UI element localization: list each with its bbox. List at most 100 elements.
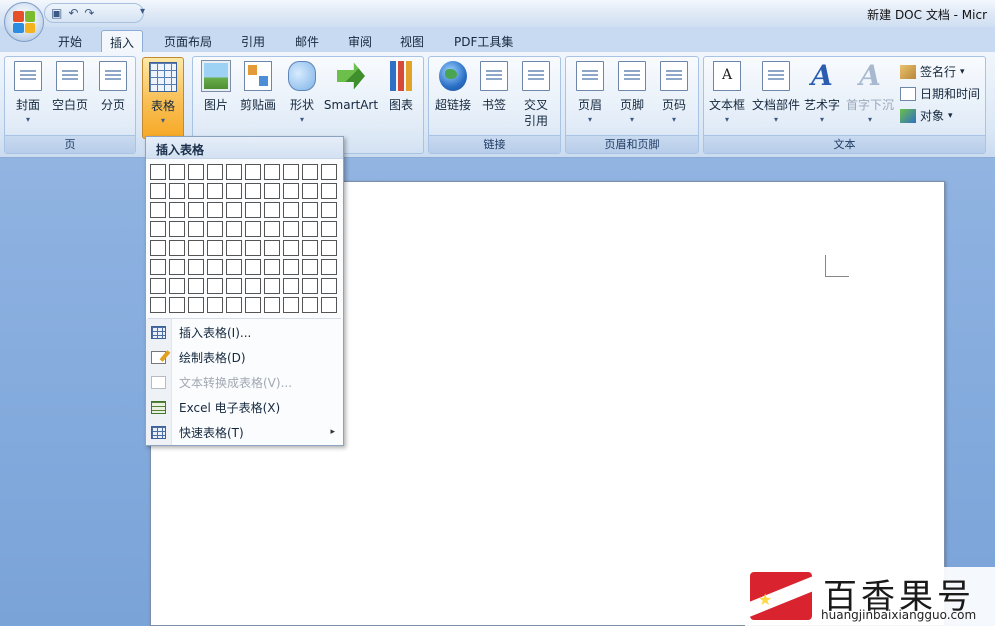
tab-mailings[interactable]: 邮件 [287,30,327,52]
table-grid-cell[interactable] [207,278,223,294]
table-grid-cell[interactable] [245,278,261,294]
table-grid-cell[interactable] [283,297,299,313]
table-grid-cell[interactable] [302,164,318,180]
table-grid-cell[interactable] [150,297,166,313]
tab-page-layout[interactable]: 页面布局 [156,30,220,52]
table-grid-cell[interactable] [169,202,185,218]
table-grid-cell[interactable] [150,259,166,275]
footer-button[interactable]: 页脚 ▾ [614,61,650,124]
shapes-button[interactable]: 形状 ▾ [285,61,319,124]
bookmark-button[interactable]: 书签 [477,61,511,113]
table-grid-cell[interactable] [264,221,280,237]
table-grid-cell[interactable] [245,240,261,256]
table-grid-cell[interactable] [321,240,337,256]
table-grid-cell[interactable] [321,221,337,237]
table-grid-cell[interactable] [302,278,318,294]
table-grid-cell[interactable] [264,164,280,180]
table-grid-cell[interactable] [245,259,261,275]
table-grid-cell[interactable] [226,259,242,275]
table-grid-cell[interactable] [226,278,242,294]
table-grid-cell[interactable] [169,164,185,180]
table-grid-cell[interactable] [169,240,185,256]
table-grid-cell[interactable] [169,278,185,294]
tab-references[interactable]: 引用 [233,30,273,52]
table-grid-cell[interactable] [207,240,223,256]
table-grid-cell[interactable] [188,240,204,256]
save-icon[interactable]: ▣ [51,6,62,20]
table-grid-cell[interactable] [245,297,261,313]
table-grid-cell[interactable] [188,183,204,199]
table-grid-cell[interactable] [283,183,299,199]
table-grid-cell[interactable] [264,297,280,313]
table-grid-cell[interactable] [264,240,280,256]
table-grid-cell[interactable] [264,183,280,199]
clip-art-button[interactable]: 剪贴画 [237,61,279,113]
table-grid-cell[interactable] [245,221,261,237]
table-grid-cell[interactable] [264,259,280,275]
tab-home[interactable]: 开始 [50,30,90,52]
office-button[interactable] [4,2,44,42]
table-grid-cell[interactable] [150,164,166,180]
table-grid-cell[interactable] [150,183,166,199]
cross-reference-button[interactable]: 交叉 引用 [517,61,555,129]
table-grid-cell[interactable] [245,164,261,180]
blank-page-button[interactable]: 空白页 [49,61,91,113]
table-grid-cell[interactable] [302,183,318,199]
cover-page-button[interactable]: 封面 ▾ [9,61,47,124]
table-grid-cell[interactable] [188,202,204,218]
table-grid-cell[interactable] [169,221,185,237]
table-grid-cell[interactable] [188,278,204,294]
table-grid-cell[interactable] [302,202,318,218]
table-grid-cell[interactable] [321,278,337,294]
table-grid-cell[interactable] [302,221,318,237]
table-grid-cell[interactable] [150,240,166,256]
table-grid-cell[interactable] [321,202,337,218]
table-grid-cell[interactable] [283,259,299,275]
table-grid-cell[interactable] [302,240,318,256]
quick-tables-item[interactable]: 快速表格(T) ▸ [146,420,343,444]
table-grid-cell[interactable] [207,297,223,313]
table-grid-cell[interactable] [150,278,166,294]
table-grid-cell[interactable] [169,183,185,199]
date-time-button[interactable]: 日期和时间 [900,85,980,102]
undo-icon[interactable]: ↶ [68,6,78,20]
table-grid-cell[interactable] [283,164,299,180]
table-grid-cell[interactable] [302,297,318,313]
table-grid-cell[interactable] [321,183,337,199]
tab-insert[interactable]: 插入 [101,30,144,52]
table-grid-cell[interactable] [207,164,223,180]
draw-table-item[interactable]: 绘制表格(D) [146,345,343,369]
table-grid-cell[interactable] [245,202,261,218]
wordart-button[interactable]: A 艺术字 ▾ [802,61,842,125]
table-grid-cell[interactable] [283,278,299,294]
page-break-button[interactable]: 分页 [95,61,131,113]
object-button[interactable]: 对象 ▾ [900,107,953,124]
table-grid-cell[interactable] [321,297,337,313]
picture-button[interactable]: 图片 [199,60,233,113]
table-grid-cell[interactable] [207,183,223,199]
table-grid-cell[interactable] [188,221,204,237]
excel-spreadsheet-item[interactable]: Excel 电子表格(X) [146,395,343,419]
hyperlink-button[interactable]: 超链接 [433,61,473,113]
signature-line-button[interactable]: 签名行 ▾ [900,63,965,80]
table-grid-cell[interactable] [188,259,204,275]
text-box-button[interactable]: A 文本框 ▾ [706,61,748,124]
table-grid-cell[interactable] [150,221,166,237]
convert-text-to-table-item[interactable]: 文本转换成表格(V)... [146,370,343,394]
table-grid-cell[interactable] [226,202,242,218]
quick-parts-button[interactable]: 文档部件 ▾ [750,61,802,124]
drop-cap-button[interactable]: A 首字下沉 ▾ [844,61,896,125]
insert-table-item[interactable]: 插入表格(I)... [146,320,343,344]
table-grid-cell[interactable] [226,183,242,199]
table-grid-cell[interactable] [264,202,280,218]
chart-button[interactable]: 图表 [385,61,417,113]
table-grid-cell[interactable] [188,297,204,313]
table-button[interactable]: 表格 ▾ [142,57,184,139]
page-number-button[interactable]: 页码 ▾ [656,61,692,124]
table-grid-cell[interactable] [207,259,223,275]
table-grid-cell[interactable] [226,164,242,180]
table-grid-cell[interactable] [207,202,223,218]
table-grid-cell[interactable] [302,259,318,275]
table-grid-cell[interactable] [283,240,299,256]
table-grid-cell[interactable] [226,221,242,237]
